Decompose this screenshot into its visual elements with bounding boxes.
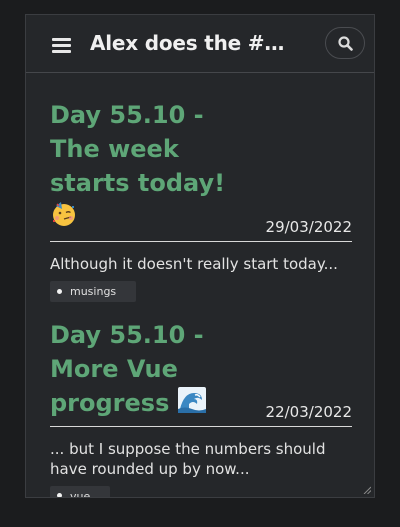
tag-vue[interactable]: vue — [50, 485, 111, 498]
resize-grip-icon[interactable] — [363, 486, 371, 494]
search-button[interactable] — [325, 27, 365, 59]
post-title-line: starts today! — [50, 169, 226, 197]
tag-dot-icon — [57, 288, 62, 294]
post-title-line: The week — [50, 135, 179, 163]
post-item: Day 55.10 - The week starts today! 29/03… — [50, 98, 352, 302]
menu-button[interactable] — [52, 38, 71, 53]
post-date: 22/03/2022 — [265, 402, 352, 421]
tag-label: vue — [70, 489, 91, 498]
post-header: Day 55.10 - The week starts today! 29/03… — [50, 98, 352, 242]
hamburger-menu-icon — [52, 38, 71, 41]
post-title-line: Day 55.10 - — [50, 321, 204, 349]
post-date: 29/03/2022 — [265, 218, 352, 236]
site-header: Alex does the #10... — [26, 15, 374, 73]
tag-label: musings — [70, 285, 117, 298]
post-item: Day 55.10 - More Vue progress 22/03/2022… — [50, 318, 352, 498]
post-title-line: More Vue — [50, 355, 178, 383]
post-excerpt: Although it doesn't really start today..… — [50, 255, 338, 273]
partying-face-emoji-icon — [50, 200, 78, 237]
tag-dot-icon — [57, 493, 62, 497]
post-title-line: progress — [50, 389, 170, 417]
post-header: Day 55.10 - More Vue progress 22/03/2022 — [50, 318, 352, 427]
app-window: Alex does the #10... Day 55.10 - The wee… — [25, 14, 375, 498]
water-wave-emoji-icon — [177, 386, 206, 422]
search-icon — [338, 36, 353, 51]
site-title[interactable]: Alex does the #10... — [90, 31, 290, 55]
post-title-line: Day 55.10 - — [50, 101, 204, 129]
post-excerpt: ... but I suppose the numbers should hav… — [50, 439, 326, 478]
tag-musings[interactable]: musings — [50, 281, 137, 302]
post-title-link[interactable]: Day 55.10 - The week starts today! — [50, 98, 352, 237]
